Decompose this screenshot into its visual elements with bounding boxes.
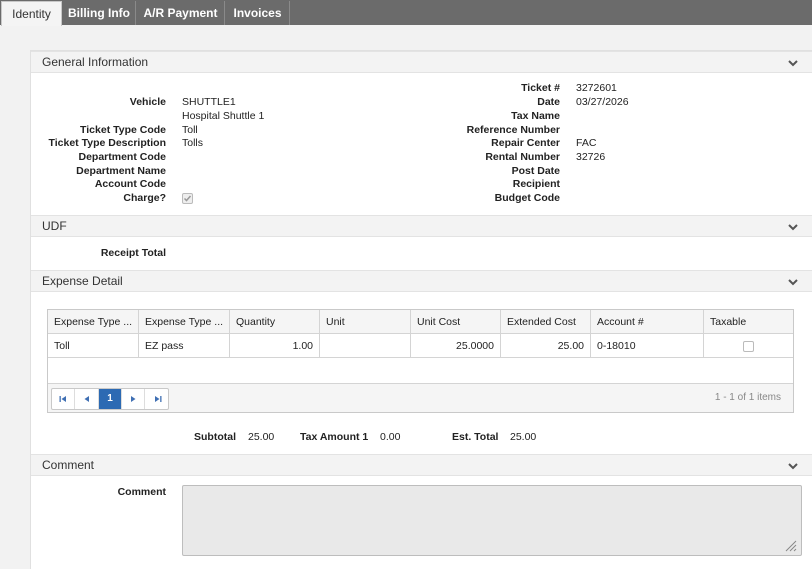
cell-taxable	[704, 334, 793, 358]
column-header-expense-type[interactable]: Expense Type ...	[48, 310, 139, 334]
prev-page-icon[interactable]	[76, 389, 99, 409]
receipt-total-label: Receipt Total	[100, 247, 166, 259]
subtotal-label: Subtotal	[194, 431, 236, 443]
section-title: General Information	[42, 55, 149, 69]
vehicle-label: Vehicle	[129, 96, 166, 108]
ticket-type-code-value: Toll	[182, 124, 198, 136]
grid-pager: 1 1 - 1 of 1 items	[48, 383, 793, 412]
check-icon	[183, 195, 192, 202]
subtotal-value: 25.00	[248, 431, 275, 443]
comment-label: Comment	[117, 486, 166, 498]
budget-code-label: Budget Code	[494, 192, 560, 204]
last-page-icon[interactable]	[146, 389, 169, 409]
cell-expense-type: Toll	[48, 334, 139, 358]
chevron-down-icon[interactable]	[787, 53, 799, 73]
comment-header[interactable]: Comment	[31, 454, 812, 476]
recipient-label: Recipient	[512, 178, 560, 190]
ticket-type-description-label: Ticket Type Description	[48, 137, 166, 149]
column-header-extended-cost[interactable]: Extended Cost	[501, 310, 591, 334]
cell-expense-type-desc: EZ pass	[139, 334, 230, 358]
ticket-number-label: Ticket #	[521, 82, 560, 94]
cell-account: 0-18010	[591, 334, 704, 358]
expense-detail-header[interactable]: Expense Detail	[31, 270, 812, 292]
chevron-down-icon[interactable]	[787, 456, 799, 476]
est-total-value: 25.00	[510, 431, 537, 443]
date-label: Date	[537, 96, 560, 108]
date-value: 03/27/2026	[576, 96, 629, 108]
rental-number-label: Rental Number	[485, 151, 560, 163]
tab-bar: Identity Billing Info A/R Payment Invoic…	[0, 0, 812, 26]
grid-header-row: Expense Type ... Expense Type ... Quanti…	[48, 310, 793, 334]
resize-grip-icon[interactable]	[783, 538, 797, 552]
comment-textarea[interactable]	[182, 485, 802, 556]
reference-number-label: Reference Number	[466, 124, 560, 136]
est-total-label: Est. Total	[452, 431, 499, 443]
column-header-quantity[interactable]: Quantity	[230, 310, 320, 334]
charge-checkbox[interactable]	[182, 193, 193, 204]
chevron-down-icon[interactable]	[787, 272, 799, 292]
next-page-icon[interactable]	[122, 389, 145, 409]
tax-amount-label: Tax Amount 1	[300, 431, 369, 443]
vehicle-description: Hospital Shuttle 1	[182, 110, 265, 122]
column-header-taxable[interactable]: Taxable	[704, 310, 793, 334]
ticket-form: General Information Vehicle SHUTTLE1 Hos…	[30, 50, 812, 569]
section-title: UDF	[42, 219, 67, 233]
account-code-label: Account Code	[94, 178, 166, 190]
vehicle-value: SHUTTLE1	[182, 96, 236, 108]
column-header-unit-cost[interactable]: Unit Cost	[411, 310, 501, 334]
tax-amount-value: 0.00	[380, 431, 401, 443]
column-header-account[interactable]: Account #	[591, 310, 704, 334]
expense-grid: Expense Type ... Expense Type ... Quanti…	[47, 309, 794, 413]
column-header-unit[interactable]: Unit	[320, 310, 411, 334]
cell-unit	[320, 334, 411, 358]
udf-header[interactable]: UDF	[31, 215, 812, 237]
tax-name-label: Tax Name	[511, 110, 560, 122]
general-information-header[interactable]: General Information	[31, 51, 812, 73]
tab-identity[interactable]: Identity	[1, 1, 62, 26]
cell-extended-cost: 25.00	[501, 334, 591, 358]
ticket-type-description-value: Tolls	[182, 137, 204, 149]
section-title: Comment	[42, 458, 95, 472]
pager-buttons: 1	[51, 388, 169, 410]
page-1-button[interactable]: 1	[99, 389, 122, 409]
section-title: Expense Detail	[42, 274, 123, 288]
table-row[interactable]: Toll EZ pass 1.00 25.0000 25.00 0-18010	[48, 334, 793, 358]
post-date-label: Post Date	[511, 165, 560, 177]
repair-center-label: Repair Center	[491, 137, 560, 149]
cell-quantity: 1.00	[230, 334, 320, 358]
tab-invoices[interactable]: Invoices	[226, 1, 290, 25]
department-code-label: Department Code	[78, 151, 166, 163]
repair-center-value: FAC	[576, 137, 597, 149]
ticket-number-value: 3272601	[576, 82, 617, 94]
chevron-down-icon[interactable]	[787, 217, 799, 237]
tab-ar-payment[interactable]: A/R Payment	[137, 1, 225, 25]
column-header-expense-type-desc[interactable]: Expense Type ...	[139, 310, 230, 334]
taxable-checkbox[interactable]	[743, 341, 754, 352]
department-name-label: Department Name	[76, 165, 166, 177]
pager-info: 1 - 1 of 1 items	[714, 392, 781, 403]
ticket-type-code-label: Ticket Type Code	[80, 124, 166, 136]
rental-number-value: 32726	[576, 151, 606, 163]
tab-billing-info[interactable]: Billing Info	[63, 1, 136, 25]
charge-label: Charge?	[123, 192, 166, 204]
first-page-icon[interactable]	[52, 389, 75, 409]
cell-unit-cost: 25.0000	[411, 334, 501, 358]
